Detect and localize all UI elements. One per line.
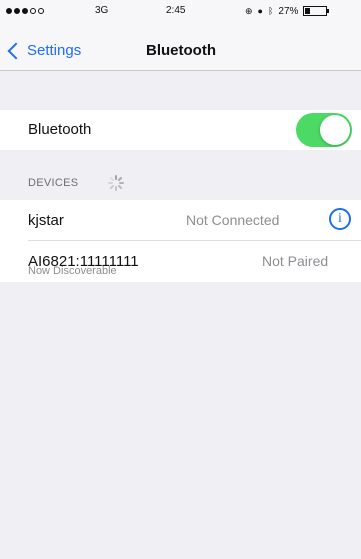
bluetooth-label: Bluetooth (28, 121, 92, 138)
discoverable-note: Now Discoverable (28, 265, 117, 277)
signal-dot (6, 8, 12, 14)
battery-percent: 27% (278, 5, 299, 17)
signal-dot (22, 8, 28, 14)
alarm-icon: ● (257, 6, 263, 16)
devices-section-header: DEVICES (28, 177, 79, 189)
signal-dot (30, 8, 36, 14)
back-button[interactable]: Settings (7, 42, 82, 59)
bluetooth-icon: ᛒ (267, 6, 274, 16)
battery-fill (305, 8, 311, 14)
info-icon[interactable]: i (329, 208, 351, 230)
switch-knob (320, 115, 350, 145)
navigation-bar: 3G 2:45 ⊕ ● ᛒ 27% Settings Bluetooth (0, 0, 361, 71)
signal-strength-icon (6, 8, 44, 14)
device-status: Not Paired (262, 253, 329, 269)
rotation-lock-icon: ⊕ (245, 6, 253, 16)
loading-spinner-icon (108, 175, 124, 191)
chevron-left-icon (7, 42, 25, 59)
back-button-label: Settings (27, 42, 82, 59)
battery-nub (327, 9, 330, 13)
network-type: 3G (95, 5, 109, 16)
status-bar: 3G 2:45 ⊕ ● ᛒ 27% (0, 0, 361, 24)
device-name: kjstar (28, 212, 64, 229)
signal-dot (38, 8, 44, 14)
battery-icon (303, 6, 330, 16)
bluetooth-switch[interactable] (296, 113, 352, 147)
page-title: Bluetooth (146, 42, 216, 59)
status-time: 2:45 (166, 5, 186, 16)
status-icons: ⊕ ● ᛒ 27% (245, 5, 330, 17)
device-row[interactable]: kjstar Not Connected (0, 200, 361, 241)
signal-dot (14, 8, 20, 14)
device-status: Not Connected (186, 212, 280, 228)
